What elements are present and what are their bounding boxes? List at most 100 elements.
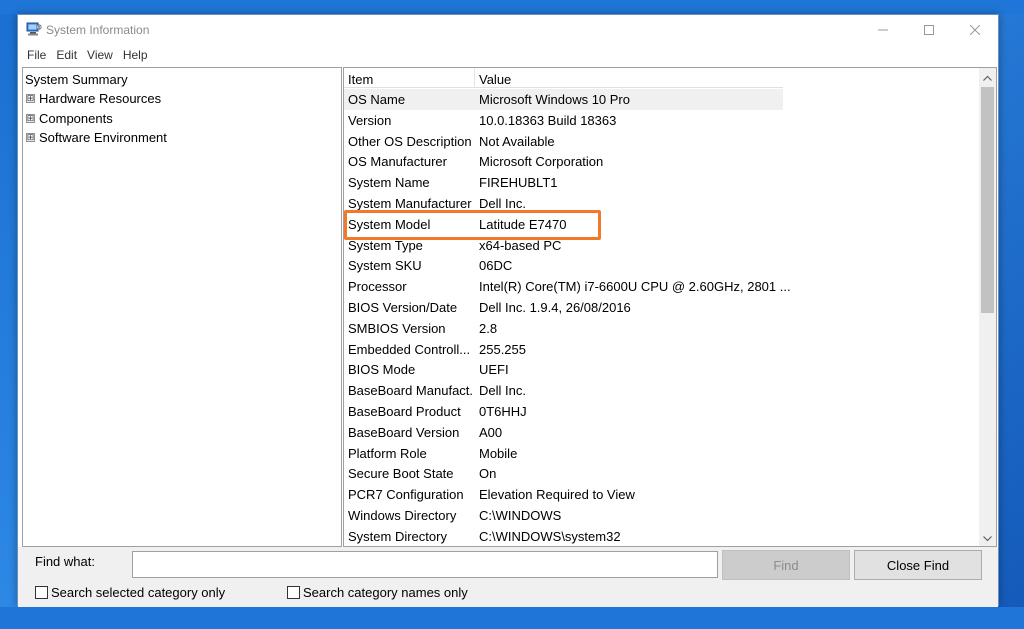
- column-headers: Item Value: [344, 68, 783, 88]
- cell-item: BaseBoard Version: [348, 424, 460, 440]
- cell-value: 10.0.18363 Build 18363: [479, 112, 617, 128]
- cell-value: On: [479, 466, 497, 482]
- cell-item: Secure Boot State: [348, 466, 454, 482]
- cell-value: 0T6HHJ: [479, 404, 527, 419]
- cell-value: Dell Inc. 1.9.4, 26/08/2016: [479, 300, 631, 315]
- table-row[interactable]: Embedded Controll... 255.255: [344, 339, 783, 360]
- cell-item: BaseBoard Product: [348, 404, 461, 419]
- table-row[interactable]: Processor Intel(R) Core(TM) i7-6600U CPU …: [344, 276, 791, 297]
- details-list[interactable]: Item Value OS Name Microsoft Windows 10 P…: [343, 67, 997, 547]
- system-information-window: System Information File Edit View Help S…: [17, 14, 999, 607]
- expand-icon[interactable]: ⊞: [26, 114, 35, 123]
- cell-item: BaseBoard Manufact...: [348, 383, 472, 399]
- close-button[interactable]: [952, 15, 998, 45]
- cell-value: FIREHUBLT1: [479, 175, 558, 191]
- maximize-icon: [924, 25, 934, 35]
- cell-item: BIOS Mode: [348, 362, 416, 378]
- cell-item: System SKU: [348, 258, 422, 274]
- cell-value: Dell Inc.: [479, 383, 526, 399]
- checkbox-box[interactable]: [287, 586, 300, 599]
- cell-item: System Directory: [348, 528, 447, 544]
- table-row[interactable]: Windows Directory C:\WINDOWS: [344, 505, 783, 526]
- cell-item: OS Manufacturer: [348, 154, 447, 170]
- tree-item-software-environment[interactable]: ⊞ Software Environment: [26, 130, 167, 145]
- table-row[interactable]: BIOS Mode UEFI: [344, 359, 783, 380]
- highlight-annotation: [344, 210, 601, 240]
- chevron-up-icon: [983, 69, 992, 84]
- cell-value: Dell Inc.: [479, 196, 526, 211]
- table-row[interactable]: Other OS Description Not Available: [344, 131, 783, 152]
- cell-item: System Manufacturer: [348, 196, 472, 211]
- cell-item: Processor: [348, 279, 407, 295]
- search-category-names-checkbox[interactable]: Search category names only: [287, 585, 468, 600]
- expand-icon[interactable]: ⊞: [26, 133, 35, 142]
- category-tree[interactable]: System Summary ⊞ Hardware Resources ⊞ Co…: [22, 67, 342, 547]
- table-row[interactable]: OS Manufacturer Microsoft Corporation: [344, 151, 783, 172]
- tree-item-label: Software Environment: [39, 130, 167, 145]
- cell-item: BIOS Version/Date: [348, 300, 458, 315]
- cell-item: Other OS Description: [348, 133, 472, 149]
- vertical-scrollbar[interactable]: [979, 68, 996, 546]
- table-row[interactable]: BaseBoard Version A00: [344, 422, 783, 443]
- table-row[interactable]: System SKU 06DC: [344, 255, 783, 276]
- checkbox-label: Search category names only: [303, 585, 468, 600]
- find-what-input[interactable]: [132, 551, 718, 578]
- cell-item: Windows Directory: [348, 508, 457, 523]
- table-row[interactable]: Platform Role Mobile: [344, 443, 783, 464]
- minimize-button[interactable]: [860, 15, 906, 45]
- expand-icon[interactable]: ⊞: [26, 94, 35, 103]
- checkbox-label: Search selected category only: [51, 585, 226, 600]
- table-row[interactable]: OS Name Microsoft Windows 10 Pro: [344, 89, 783, 110]
- table-row[interactable]: SMBIOS Version 2.8: [344, 318, 783, 339]
- menu-file[interactable]: File: [22, 48, 51, 62]
- menu-help[interactable]: Help: [118, 48, 153, 62]
- column-header-item[interactable]: Item: [348, 72, 373, 87]
- column-divider[interactable]: [474, 68, 475, 88]
- cell-value: 2.8: [479, 320, 498, 336]
- cell-value: C:\WINDOWS\system32: [479, 528, 621, 544]
- system-information-app-icon: [26, 22, 42, 37]
- tree-item-system-summary[interactable]: System Summary: [25, 72, 128, 87]
- tree-item-hardware-resources[interactable]: ⊞ Hardware Resources: [26, 91, 161, 106]
- scroll-thumb[interactable]: [981, 87, 994, 313]
- close-find-button[interactable]: Close Find: [854, 550, 982, 580]
- cell-item: Platform Role: [348, 445, 427, 461]
- table-row[interactable]: Secure Boot State On: [344, 463, 783, 484]
- title-bar[interactable]: System Information: [18, 15, 998, 45]
- cell-item: OS Name: [348, 92, 406, 107]
- chevron-down-icon: [983, 530, 992, 545]
- table-row[interactable]: Version 10.0.18363 Build 18363: [344, 110, 783, 131]
- menu-view[interactable]: View: [82, 48, 118, 62]
- scroll-down-button[interactable]: [979, 529, 996, 546]
- cell-value: UEFI: [479, 362, 509, 378]
- table-row[interactable]: System Name FIREHUBLT1: [344, 172, 783, 193]
- search-selected-category-checkbox[interactable]: Search selected category only: [35, 585, 225, 600]
- desktop-background-bottom: [0, 607, 1024, 629]
- checkbox-box[interactable]: [35, 586, 48, 599]
- cell-value: A00: [479, 424, 503, 440]
- cell-item: Version: [348, 112, 392, 128]
- tree-item-components[interactable]: ⊞ Components: [26, 111, 113, 126]
- table-row[interactable]: BIOS Version/Date Dell Inc. 1.9.4, 26/08/…: [344, 297, 783, 318]
- cell-item: PCR7 Configuration: [348, 487, 464, 503]
- maximize-button[interactable]: [906, 15, 952, 45]
- cell-value: Microsoft Windows 10 Pro: [479, 92, 630, 107]
- tree-item-label: Hardware Resources: [39, 91, 162, 106]
- tree-item-label: Components: [39, 111, 113, 126]
- menu-edit[interactable]: Edit: [51, 48, 82, 62]
- table-row[interactable]: PCR7 Configuration Elevation Required to …: [344, 484, 783, 505]
- table-row[interactable]: System Directory C:\WINDOWS\system32: [344, 526, 783, 546]
- cell-value: Microsoft Corporation: [479, 154, 604, 170]
- cell-value: Mobile: [479, 445, 518, 461]
- find-button[interactable]: Find: [722, 550, 850, 580]
- cell-item: Embedded Controll...: [348, 341, 471, 357]
- table-row[interactable]: BaseBoard Manufact... Dell Inc.: [344, 380, 783, 401]
- window-title: System Information: [46, 23, 150, 37]
- cell-value: Elevation Required to View: [479, 487, 635, 503]
- table-row[interactable]: BaseBoard Product 0T6HHJ: [344, 401, 783, 422]
- close-icon: [970, 25, 980, 35]
- column-header-value[interactable]: Value: [479, 72, 511, 87]
- scroll-up-button[interactable]: [979, 68, 996, 85]
- desktop-background: [0, 0, 1024, 14]
- find-what-label: Find what:: [35, 554, 95, 569]
